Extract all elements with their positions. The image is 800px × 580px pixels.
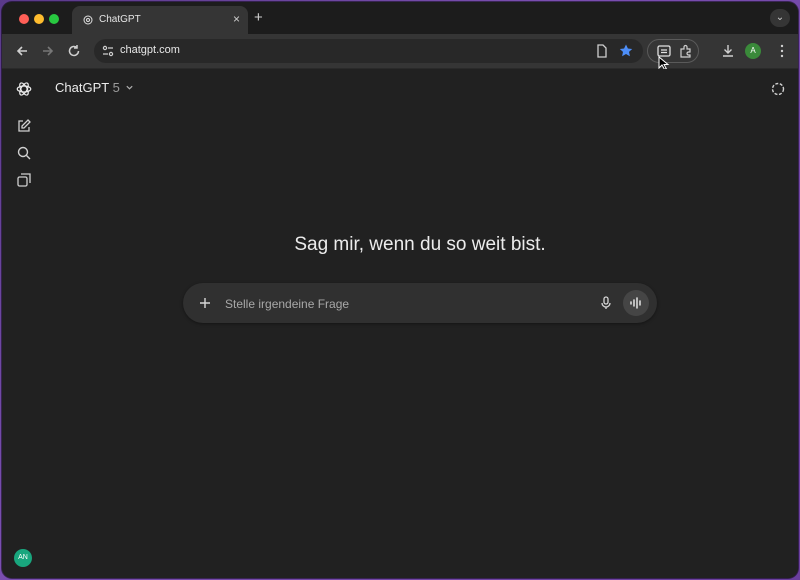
- profile-avatar[interactable]: A: [745, 43, 761, 59]
- openai-logo-icon[interactable]: [15, 80, 33, 98]
- temporary-chat-icon[interactable]: [770, 81, 786, 97]
- prompt-input[interactable]: [223, 294, 587, 314]
- reload-icon[interactable]: [66, 43, 82, 59]
- page-icon[interactable]: [594, 43, 610, 59]
- address-bar[interactable]: chatgpt.com: [94, 39, 643, 63]
- bookmark-star-icon[interactable]: [618, 43, 634, 59]
- extensions-group: [647, 39, 699, 63]
- new-tab-button[interactable]: +: [254, 9, 263, 26]
- new-chat-icon[interactable]: [16, 118, 32, 134]
- model-name: ChatGPT: [55, 80, 109, 95]
- browser-window: ChatGPT × + ⌄ chatgpt.com A ChatGPT 5 Sa…: [2, 2, 798, 578]
- url-text[interactable]: chatgpt.com: [120, 44, 180, 56]
- forward-icon[interactable]: [40, 43, 56, 59]
- voice-mode-icon: [630, 297, 641, 309]
- mouse-cursor-icon: [658, 56, 670, 70]
- prompt-composer: [183, 283, 657, 323]
- tab-close-icon[interactable]: ×: [233, 12, 240, 26]
- tab-chatgpt[interactable]: ChatGPT ×: [72, 6, 248, 34]
- tab-strip: ChatGPT × + ⌄: [2, 2, 798, 34]
- chatgpt-favicon-icon: [83, 15, 93, 25]
- chatgpt-page: ChatGPT 5 Sag mir, wenn du so weit bist.: [2, 69, 798, 578]
- site-info-icon[interactable]: [100, 43, 116, 59]
- close-window-button[interactable]: [19, 14, 29, 24]
- welcome-headline: Sag mir, wenn du so weit bist.: [294, 234, 546, 255]
- back-icon[interactable]: [14, 43, 30, 59]
- voice-mode-button[interactable]: [623, 290, 649, 316]
- user-avatar[interactable]: AN: [14, 549, 32, 567]
- search-icon[interactable]: [16, 145, 32, 161]
- extensions-icon[interactable]: [678, 43, 694, 59]
- model-selector[interactable]: ChatGPT 5: [55, 80, 134, 95]
- tab-search-button[interactable]: ⌄: [770, 9, 790, 27]
- library-icon[interactable]: [16, 172, 32, 188]
- plus-icon[interactable]: [197, 295, 213, 311]
- chevron-down-icon: [126, 85, 134, 90]
- tab-title: ChatGPT: [99, 14, 141, 25]
- microphone-icon[interactable]: [598, 295, 614, 311]
- model-version: 5: [112, 80, 120, 95]
- minimize-window-button[interactable]: [34, 14, 44, 24]
- browser-menu-icon[interactable]: [774, 43, 790, 59]
- browser-toolbar: chatgpt.com A: [2, 34, 798, 70]
- download-icon[interactable]: [720, 43, 736, 59]
- maximize-window-button[interactable]: [49, 14, 59, 24]
